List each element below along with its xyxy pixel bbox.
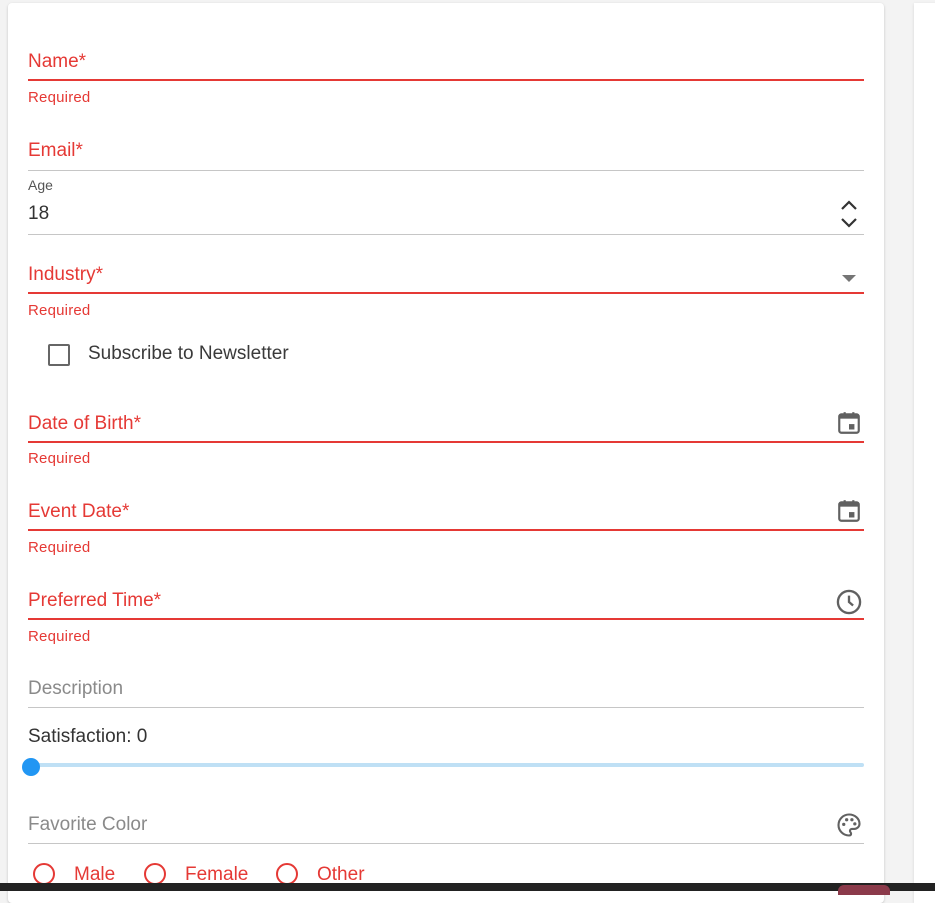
industry-helper-text: Required	[28, 302, 91, 319]
dropdown-arrow-icon[interactable]	[840, 270, 858, 282]
event-date-label: Event Date*	[28, 501, 130, 522]
email-label: Email*	[28, 140, 83, 161]
name-helper-text: Required	[28, 89, 91, 106]
age-underline	[28, 234, 864, 235]
satisfaction-label: Satisfaction: 0	[28, 726, 148, 747]
newsletter-label: Subscribe to Newsletter	[88, 343, 289, 364]
slider-track[interactable]	[28, 763, 864, 767]
checkbox-box[interactable]	[48, 344, 70, 366]
taskbar-item[interactable]	[838, 885, 890, 895]
event-date-helper-text: Required	[28, 539, 91, 556]
description-underline	[28, 707, 864, 708]
side-panel	[914, 3, 935, 903]
industry-underline	[28, 292, 864, 294]
number-stepper[interactable]	[838, 196, 860, 232]
taskbar	[0, 883, 935, 891]
stepper-icon	[841, 200, 857, 228]
slider-thumb[interactable]	[22, 758, 40, 776]
preferred-time-helper-text: Required	[28, 628, 91, 645]
preferred-time-label: Preferred Time*	[28, 590, 162, 611]
industry-label: Industry*	[28, 264, 103, 285]
age-label: Age	[28, 177, 53, 193]
preferred-time-underline	[28, 618, 864, 620]
clock-icon[interactable]	[835, 588, 863, 616]
radio-circle[interactable]	[33, 863, 55, 885]
radio-circle[interactable]	[144, 863, 166, 885]
calendar-icon[interactable]	[836, 498, 862, 524]
event-date-underline	[28, 529, 864, 531]
favorite-color-underline	[28, 843, 864, 844]
name-underline	[28, 79, 864, 81]
form-card	[8, 3, 884, 903]
dob-helper-text: Required	[28, 450, 91, 467]
name-label: Name*	[28, 51, 87, 72]
email-underline	[28, 170, 864, 171]
calendar-icon[interactable]	[836, 410, 862, 436]
radio-circle[interactable]	[276, 863, 298, 885]
palette-icon[interactable]	[835, 811, 863, 839]
age-value: 18	[28, 203, 50, 224]
favorite-color-label: Favorite Color	[28, 814, 148, 835]
description-label: Description	[28, 678, 124, 699]
dob-label: Date of Birth*	[28, 413, 141, 434]
dob-underline	[28, 441, 864, 443]
